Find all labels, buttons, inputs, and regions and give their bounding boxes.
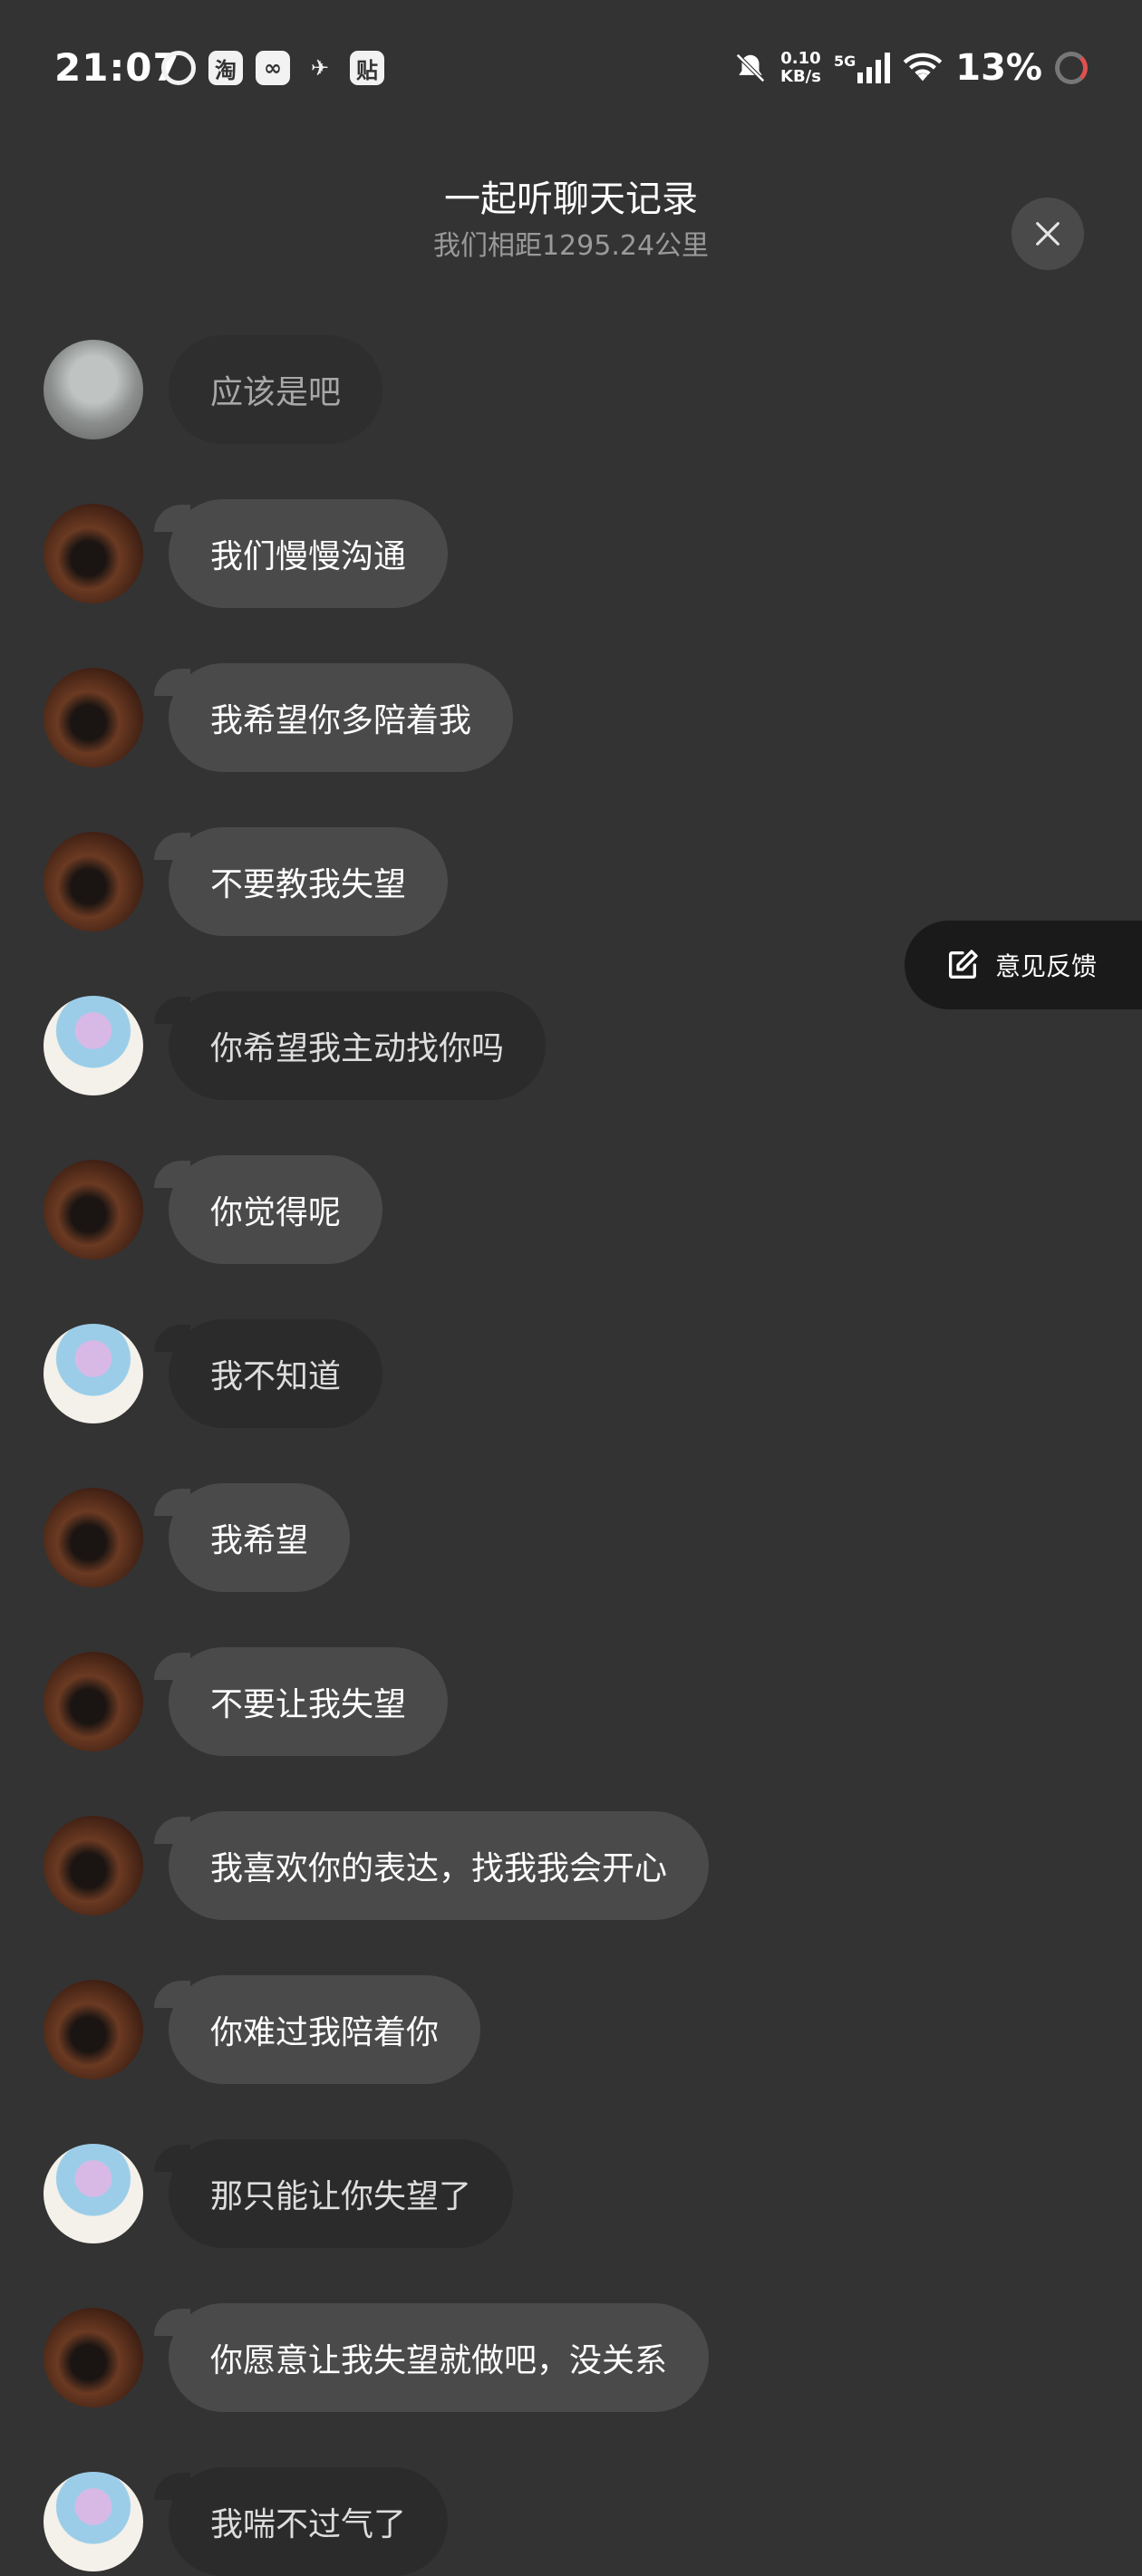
battery-ring-icon — [1055, 52, 1088, 84]
message-bubble[interactable]: 我希望 — [169, 1483, 351, 1592]
tieba-icon: 贴 — [350, 51, 384, 85]
signal-label: 5G — [833, 53, 856, 70]
taobao-icon: 淘 — [208, 51, 243, 85]
chat-message: 我希望 — [44, 1483, 950, 1592]
link-app-icon: ∞ — [256, 51, 290, 85]
chat-message: 我希望你多陪着我 — [44, 663, 950, 772]
message-bubble[interactable]: 那只能让你失望了 — [169, 2139, 514, 2248]
feedback-label: 意见反馈 — [995, 951, 1098, 981]
avatar[interactable] — [44, 1324, 143, 1423]
net-speed-value: 0.10 — [780, 49, 821, 68]
avatar[interactable] — [44, 340, 143, 439]
netease-music-icon — [161, 51, 196, 85]
message-bubble[interactable]: 我们慢慢沟通 — [169, 499, 449, 608]
signal: 5G — [833, 53, 891, 83]
chat-message: 你难过我陪着你 — [44, 1975, 950, 2084]
message-bubble[interactable]: 我喘不过气了 — [169, 2467, 449, 2576]
message-bubble[interactable]: 我希望你多陪着我 — [169, 663, 514, 772]
page-title: 一起听聊天记录 — [444, 178, 698, 220]
avatar[interactable] — [44, 1488, 143, 1587]
chat-message: 应该是吧 — [44, 335, 950, 444]
avatar[interactable] — [44, 504, 143, 603]
message-bubble[interactable]: 你难过我陪着你 — [169, 1975, 481, 2084]
net-speed-unit: KB/s — [780, 67, 821, 86]
chat-message: 不要教我失望 — [44, 827, 950, 936]
chat-message: 我喜欢你的表达，找我我会开心 — [44, 1811, 950, 1920]
edit-icon — [949, 950, 978, 979]
bell-muted-icon — [736, 53, 765, 82]
avatar[interactable] — [44, 668, 143, 767]
wifi-icon — [903, 53, 943, 82]
chat-message: 你觉得呢 — [44, 1155, 950, 1264]
chat-message: 不要让我失望 — [44, 1647, 950, 1756]
message-bubble[interactable]: 不要教我失望 — [169, 827, 449, 936]
message-bubble[interactable]: 应该是吧 — [169, 335, 383, 444]
chat-message: 我不知道 — [44, 1319, 950, 1428]
bird-app-icon: ✈ — [310, 55, 330, 81]
distance-subtitle: 我们相距1295.24公里 — [432, 230, 710, 262]
avatar[interactable] — [44, 2308, 143, 2407]
avatar[interactable] — [44, 1816, 143, 1915]
message-bubble[interactable]: 你觉得呢 — [169, 1155, 383, 1264]
chat-message: 你希望我主动找你吗 — [44, 991, 950, 1100]
chat-message: 你愿意让我失望就做吧，没关系 — [44, 2303, 950, 2412]
message-bubble[interactable]: 我喜欢你的表达，找我我会开心 — [169, 1811, 710, 1920]
close-button[interactable] — [1011, 198, 1084, 270]
avatar[interactable] — [44, 2144, 143, 2243]
battery-text: 13% — [955, 47, 1042, 89]
signal-bars-icon — [857, 53, 891, 83]
chat-message: 我喘不过气了 — [44, 2467, 950, 2576]
close-icon — [1036, 222, 1060, 246]
avatar[interactable] — [44, 1980, 143, 2079]
feedback-button[interactable]: 意见反馈 — [905, 921, 1142, 1009]
status-bar: 21:07 淘 ∞ ✈ 贴 0.10 KB/s 5G 13% — [0, 0, 1142, 141]
message-bubble[interactable]: 你希望我主动找你吗 — [169, 991, 547, 1100]
message-bubble[interactable]: 你愿意让我失望就做吧，没关系 — [169, 2303, 710, 2412]
message-bubble[interactable]: 我不知道 — [169, 1319, 383, 1428]
header: 一起听聊天记录 我们相距1295.24公里 — [0, 172, 1142, 266]
avatar[interactable] — [44, 996, 143, 1095]
avatar[interactable] — [44, 1652, 143, 1751]
message-bubble[interactable]: 不要让我失望 — [169, 1647, 449, 1756]
avatar[interactable] — [44, 832, 143, 931]
net-speed: 0.10 KB/s — [780, 50, 821, 86]
chat-message: 那只能让你失望了 — [44, 2139, 950, 2248]
status-right: 0.10 KB/s 5G 13% — [733, 47, 1088, 89]
avatar[interactable] — [44, 1160, 143, 1259]
avatar[interactable] — [44, 2472, 143, 2571]
notification-icons: 淘 ∞ ✈ 贴 — [161, 51, 384, 85]
chat-message: 我们慢慢沟通 — [44, 499, 950, 608]
